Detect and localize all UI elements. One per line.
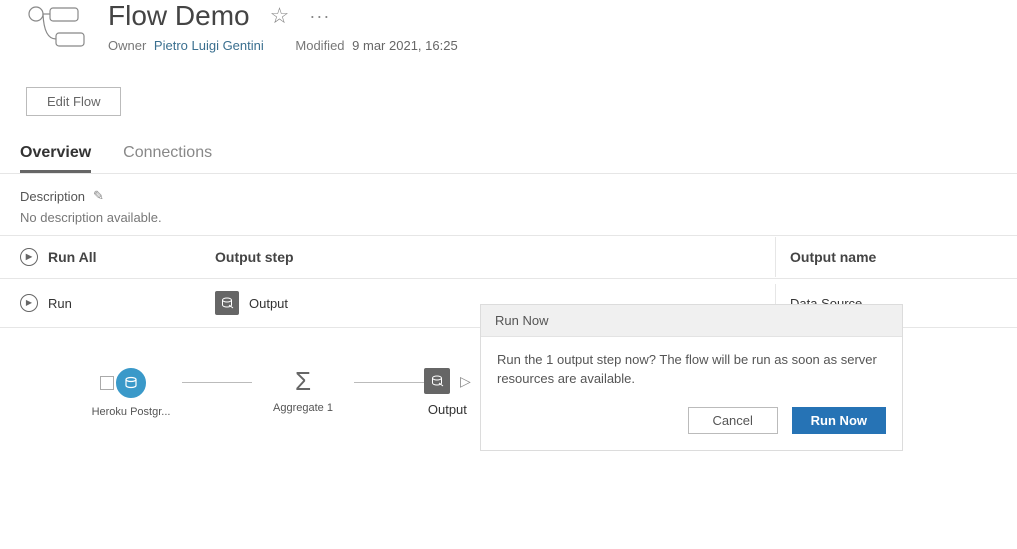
- sigma-icon: Σ: [295, 368, 311, 394]
- owner-label: Owner: [108, 38, 146, 53]
- play-circle-icon: ▶: [20, 248, 38, 266]
- pipeline-connector: [354, 368, 424, 396]
- output-step-header: Output step: [215, 237, 775, 277]
- pipeline-node-output[interactable]: ▷ Output: [424, 368, 471, 417]
- play-circle-icon: ▶: [20, 294, 38, 312]
- output-box-icon: [215, 291, 239, 315]
- run-button[interactable]: ▶ Run: [0, 282, 215, 324]
- cancel-button[interactable]: Cancel: [688, 407, 778, 434]
- description-label: Description: [20, 189, 85, 204]
- dialog-title: Run Now: [481, 305, 902, 337]
- edit-description-icon[interactable]: ✎: [93, 188, 104, 204]
- more-actions-icon[interactable]: ···: [309, 6, 330, 27]
- database-icon: [116, 368, 146, 398]
- page-title: Flow Demo: [108, 0, 250, 32]
- flow-icon: [26, 3, 86, 51]
- favorite-star-icon[interactable]: ☆: [270, 3, 290, 29]
- owner-link[interactable]: Pietro Luigi Gentini: [154, 38, 264, 53]
- edit-flow-button[interactable]: Edit Flow: [26, 87, 121, 116]
- output-box-icon: [424, 368, 450, 394]
- tab-overview[interactable]: Overview: [20, 136, 91, 173]
- run-now-button[interactable]: Run Now: [792, 407, 886, 434]
- modified-label: Modified: [295, 38, 344, 53]
- dialog-body: Run the 1 output step now? The flow will…: [481, 337, 902, 401]
- play-outline-icon[interactable]: ▷: [460, 373, 471, 390]
- pipeline-node-source[interactable]: Heroku Postgr...: [80, 368, 182, 418]
- description-text: No description available.: [20, 210, 997, 225]
- modified-value: 9 mar 2021, 16:25: [352, 38, 458, 53]
- run-now-dialog: Run Now Run the 1 output step now? The f…: [480, 304, 903, 451]
- pipeline-node-aggregate[interactable]: Σ Aggregate 1: [252, 368, 354, 414]
- output-name-header: Output name: [775, 237, 1017, 277]
- pipeline-connector: [182, 368, 252, 396]
- run-all-header[interactable]: ▶ Run All: [0, 236, 215, 278]
- tab-connections[interactable]: Connections: [123, 136, 212, 173]
